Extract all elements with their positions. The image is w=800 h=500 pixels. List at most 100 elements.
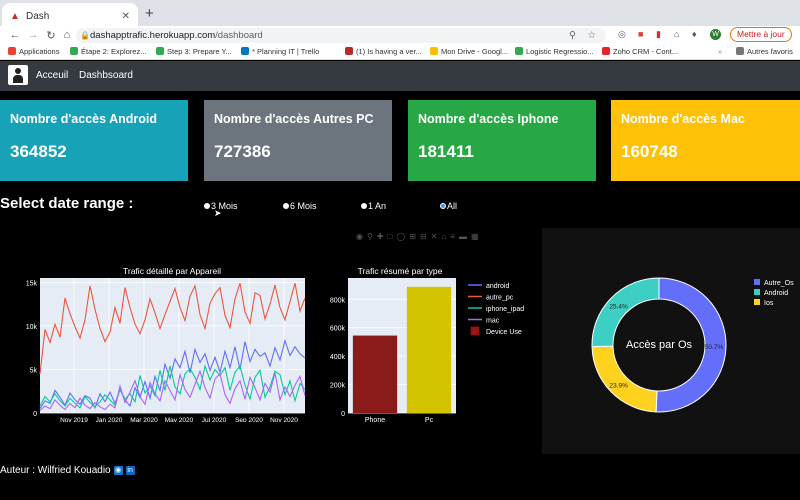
card-title: Nombre d'accès Autres PC — [214, 112, 374, 126]
tab-title: Dash — [26, 11, 50, 22]
x-tick-label: Sep 2020 — [235, 417, 263, 422]
plot-area — [40, 278, 305, 413]
forward-icon[interactable]: → — [24, 29, 42, 41]
dash-favicon-icon: ▲ — [10, 10, 20, 22]
plot-modebar[interactable]: ◉⚲✚□◯⊞⊟✕⌂≡▬▦ — [356, 232, 483, 241]
home-icon[interactable]: ⌂ — [58, 29, 76, 41]
profile-avatar[interactable]: W — [710, 29, 721, 40]
x-tick-label: Pc — [425, 417, 434, 422]
legend-label: Autre_Os — [764, 280, 794, 287]
extension-icon[interactable]: ◎ — [618, 29, 626, 40]
bookmark-folder[interactable]: Autres favoris — [736, 47, 793, 56]
stat-card-iphone: Nombre d'accès Iphone 181411 — [408, 100, 596, 181]
x-tick-label: Mar 2020 — [130, 417, 158, 422]
bookmark-favicon-icon — [70, 47, 78, 55]
slice-label: 50.7% — [705, 344, 724, 351]
legend-swatch — [754, 299, 760, 305]
x-tick-label: Nov 2020 — [270, 417, 298, 422]
legend-label: mac — [486, 318, 500, 325]
bookmark-item[interactable]: Applications — [8, 47, 59, 56]
donut-chart: 50.7% 23.9% 25.4% Autre_Os Android Ios Accès… — [591, 277, 794, 413]
extension-icon[interactable]: ▮ — [656, 29, 661, 40]
url-domain: dashapptrafic.herokuapp.com — [90, 30, 216, 41]
bookmark-star-icon[interactable]: ☆ — [587, 28, 596, 43]
bookmark-item[interactable]: Zoho CRM - Cont... — [602, 47, 678, 56]
donut-center-label: Accès par Os — [626, 339, 693, 351]
legend-label: android — [486, 283, 509, 290]
bookmark-item[interactable]: Logistic Regressio... — [515, 47, 594, 56]
bookmark-item[interactable]: Mon Drive - Googl... — [430, 47, 508, 56]
chart-title: Trafic résumé par type — [358, 266, 443, 276]
github-icon[interactable]: ◉ — [113, 466, 123, 475]
y-tick-label: 400k — [330, 354, 346, 361]
bar-chart: 0 200k 400k 600k 800k Phone Pc android autre_pc… — [330, 266, 524, 422]
lock-icon: 🔒 — [80, 31, 90, 40]
bar-pc — [406, 286, 452, 413]
radio-1-an[interactable]: 1 An — [361, 201, 386, 211]
drive-icon — [430, 47, 438, 55]
browser-tab-bar: ▲ Dash ✕ + — [0, 0, 800, 26]
nav-link-accueil[interactable]: Acceuil — [36, 70, 68, 81]
x-tick-label: Nov 2019 — [60, 417, 88, 422]
bookmark-item[interactable]: * Planning IT | Trello — [241, 47, 319, 56]
card-title: Nombre d'accès Mac — [621, 112, 745, 126]
back-icon[interactable]: ← — [6, 29, 24, 41]
legend-label: iphone_ipad — [486, 306, 524, 313]
x-tick-label: Jan 2020 — [96, 417, 123, 422]
y-tick-label: 200k — [330, 383, 346, 390]
bar-phone — [352, 335, 398, 413]
card-value: 181411 — [418, 142, 474, 161]
bookmark-item[interactable]: Step 3: Prepare Y... — [156, 47, 232, 56]
stat-card-mac: Nombre d'accès Mac 160748 — [611, 100, 800, 181]
legend-label: Device Use — [486, 329, 522, 336]
legend-swatch — [754, 279, 760, 285]
zoom-icon[interactable]: ⚲ — [569, 28, 576, 43]
app-navbar: Acceuil Dashbsoard — [0, 61, 800, 91]
logo-avatar[interactable] — [8, 65, 28, 85]
address-bar-row: ← → ↻ ⌂ 🔒 dashapptrafic.herokuapp.com/da… — [0, 26, 800, 44]
new-tab-icon[interactable]: + — [145, 5, 154, 22]
bookmark-item[interactable]: (1) Is having a ver... — [345, 47, 422, 56]
legend-label: Android — [764, 290, 788, 297]
donut-slice-ios — [591, 345, 658, 413]
y-tick-label: 0 — [341, 411, 345, 418]
legend-swatch — [470, 326, 480, 336]
card-value: 364852 — [10, 142, 67, 161]
browser-tab[interactable]: ▲ Dash ✕ — [2, 3, 138, 26]
y-tick-label: 5k — [30, 367, 38, 374]
card-value: 727386 — [214, 142, 271, 161]
radio-6-mois[interactable]: 6 Mois — [283, 201, 317, 211]
url-input[interactable]: 🔒 dashapptrafic.herokuapp.com/dashboard … — [76, 28, 606, 43]
nav-link-dashboard[interactable]: Dashbsoard — [79, 70, 133, 81]
date-range-label: Select date range : — [0, 195, 134, 212]
card-title: Nombre d'accès Iphone — [418, 112, 559, 126]
trello-icon — [241, 47, 249, 55]
radio-all[interactable]: All — [440, 201, 457, 211]
x-tick-label: Jul 2020 — [202, 417, 227, 422]
extension-icon[interactable]: ⌂ — [674, 29, 679, 39]
donut-slice-android — [591, 277, 660, 348]
y-tick-label: 800k — [330, 297, 346, 304]
puzzle-icon[interactable]: ♦ — [692, 29, 697, 39]
extension-icon[interactable]: ■ — [638, 29, 643, 39]
bookmark-favicon-icon — [515, 47, 523, 55]
line-chart: 0 5k 10k 15k Nov 2019 Jan 2020 Mar 2020 May 202… — [26, 266, 306, 422]
y-tick-label: 15k — [26, 280, 38, 287]
stat-card-android: Nombre d'accès Android 364852 — [0, 100, 188, 181]
bookmark-item[interactable]: Étape 2: Explorez... — [70, 47, 146, 56]
legend-label: autre_pc — [486, 295, 514, 302]
legend-label: Ios — [764, 300, 774, 307]
bookmarks-overflow-icon[interactable]: » — [718, 47, 722, 56]
update-button[interactable]: Mettre à jour — [730, 27, 792, 42]
footer: Auteur : Wilfried Kouadio ◉ in — [0, 465, 135, 476]
slice-label: 25.4% — [609, 304, 628, 311]
mouse-cursor-icon: ➤ — [214, 208, 222, 218]
close-tab-icon[interactable]: ✕ — [122, 11, 130, 22]
author-text: Auteur : Wilfried Kouadio — [0, 465, 111, 476]
apps-grid-icon — [8, 47, 16, 55]
bookmark-favicon-icon — [156, 47, 164, 55]
folder-icon — [736, 47, 744, 55]
linkedin-icon[interactable]: in — [125, 466, 135, 475]
quora-icon — [345, 47, 353, 55]
url-path: /dashboard — [215, 30, 263, 41]
